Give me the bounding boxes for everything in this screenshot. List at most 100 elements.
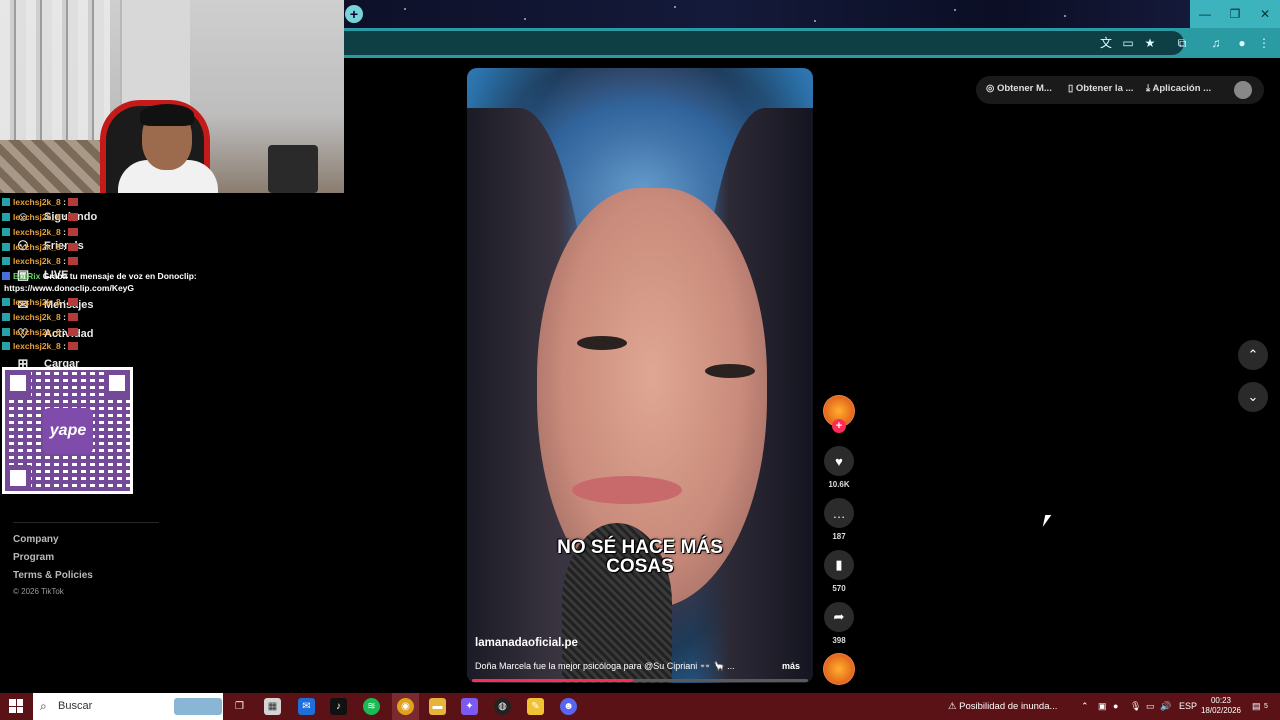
tray-record-icon[interactable]: ● <box>1113 693 1118 720</box>
chat-message: lexchsj2k_8 : <box>2 227 78 237</box>
badge-icon <box>2 228 10 236</box>
copyright: © 2026 TikTok <box>13 587 64 596</box>
comment-icon[interactable]: … <box>824 498 854 528</box>
get-app-button[interactable]: ▯ Obtener la ... <box>1068 83 1133 94</box>
comment-action[interactable]: … 187 <box>824 498 854 541</box>
bookmark-star-icon[interactable]: ★ <box>1140 33 1160 53</box>
chat-message: lexchsj2k_8 : <box>2 312 78 322</box>
file-explorer-icon[interactable]: ▬ <box>429 698 446 715</box>
badge-icon <box>2 198 10 206</box>
badge-icon <box>2 328 10 336</box>
chat-message: lexchsj2k_8 : <box>2 256 78 266</box>
media-control-icon[interactable]: ♫ <box>1206 33 1226 53</box>
badge-icon <box>2 257 10 265</box>
chat-message: lexchsj2k_8 : <box>2 297 78 307</box>
more-button[interactable]: más <box>782 661 800 671</box>
search-icon: ⌕ <box>40 699 47 713</box>
emote-icon <box>67 228 78 236</box>
sidebar-divider <box>13 522 159 523</box>
share-action[interactable]: ➦ 398 <box>824 602 854 645</box>
extensions-icon[interactable]: ⧉ <box>1172 33 1192 53</box>
like-count: 10.6K <box>828 480 850 489</box>
emote-icon <box>67 257 78 265</box>
sound-disc-icon[interactable] <box>823 653 855 685</box>
new-tab-button[interactable]: + <box>345 5 363 23</box>
tiktok-icon[interactable]: ♪ <box>330 698 347 715</box>
tray-app-icon[interactable]: ▣ <box>1098 693 1107 720</box>
tray-overflow-icon[interactable]: ⌃ <box>1081 693 1089 720</box>
bookmark-icon[interactable]: ▮ <box>824 550 854 580</box>
save-action[interactable]: ▮ 570 <box>824 550 854 593</box>
footer-link-terms[interactable]: Terms & Policies <box>13 570 93 581</box>
weather-alert[interactable]: ⚠ Posibilidad de inunda... <box>948 693 1057 720</box>
notification-count: 5 <box>1264 703 1268 710</box>
comment-count: 187 <box>832 532 846 541</box>
window-close-button[interactable]: ✕ <box>1250 0 1280 28</box>
chat-message: lexchsj2k_8 : <box>2 327 78 337</box>
user-avatar[interactable] <box>1234 81 1252 99</box>
notes-icon[interactable]: ✎ <box>527 698 544 715</box>
emote-icon <box>67 213 78 221</box>
badge-icon <box>2 243 10 251</box>
window-restore-button[interactable]: ❐ <box>1220 0 1250 28</box>
start-button[interactable] <box>9 699 23 713</box>
share-count: 398 <box>832 636 846 645</box>
notifications-icon[interactable]: ▤ <box>1252 693 1261 720</box>
chat-message: lexchsj2k_8 : <box>2 341 78 351</box>
follow-plus-icon[interactable]: + <box>832 419 846 433</box>
translate-icon[interactable]: 文 <box>1096 33 1116 53</box>
profile-icon[interactable]: ● <box>1232 33 1252 53</box>
yape-qr-code: yape <box>2 367 133 494</box>
footer-link-program[interactable]: Program <box>13 552 54 563</box>
microphone-icon[interactable]: 🎙 <box>1130 693 1141 720</box>
language-indicator[interactable]: ESP <box>1179 693 1197 720</box>
task-view-icon[interactable]: ❐ <box>231 698 248 715</box>
heart-icon[interactable]: ♥ <box>824 446 854 476</box>
app-download-button[interactable]: ⤓ Aplicación ... <box>1146 83 1211 94</box>
browser-menu-icon[interactable]: ⋮ <box>1254 33 1274 53</box>
badge-icon <box>2 298 10 306</box>
get-coins-button[interactable]: ◎ Obtener M... <box>986 83 1052 94</box>
search-highlight-icon[interactable] <box>174 698 222 715</box>
video-progress-bar[interactable] <box>472 679 808 682</box>
video-progress-fill <box>472 679 634 682</box>
chevron-up-icon[interactable]: ⌃ <box>1238 340 1268 370</box>
emote-icon <box>67 298 78 306</box>
share-icon[interactable]: ➦ <box>824 602 854 632</box>
chat-message: lexchsj2k_8 : <box>2 197 78 207</box>
emote-icon <box>67 342 78 350</box>
windows-taskbar: Buscar ⌕ ❐ ▦ ✉ ♪ ≋ ◉ ▬ ✦ ◍ ✎ ☻ ⚠ Posibil… <box>0 693 1280 720</box>
chevron-down-icon[interactable]: ⌄ <box>1238 382 1268 412</box>
video-caption: NO SÉ HACE MÁS COSAS <box>557 537 723 577</box>
badge-icon <box>2 342 10 350</box>
emote-icon <box>67 328 78 336</box>
like-action[interactable]: ♥ 10.6K <box>824 446 854 489</box>
emote-icon <box>67 313 78 321</box>
emote-icon <box>67 243 78 251</box>
outlook-icon[interactable]: ✉ <box>298 698 315 715</box>
video-player[interactable]: NO SÉ HACE MÁS COSAS lamanadaoficial.pe … <box>467 68 813 683</box>
network-icon[interactable]: ▭ <box>1146 693 1155 720</box>
save-count: 570 <box>832 584 846 593</box>
window-minimize-button[interactable]: — <box>1190 0 1220 28</box>
obs-icon[interactable]: ◍ <box>494 698 511 715</box>
browser-tabstrip <box>344 0 1280 28</box>
url-field[interactable] <box>344 31 1184 55</box>
mouse-cursor-icon <box>1042 515 1052 527</box>
store-icon[interactable]: ▦ <box>264 698 281 715</box>
cast-icon[interactable]: ▭ <box>1118 33 1138 53</box>
footer-link-company[interactable]: Company <box>13 534 59 545</box>
emote-icon <box>67 198 78 206</box>
copilot-icon[interactable]: ✦ <box>461 698 478 715</box>
address-bar: 文 ▭ ★ ⧉ ♫ ● ⋮ <box>344 28 1280 58</box>
discord-icon[interactable]: ☻ <box>560 698 577 715</box>
volume-icon[interactable]: 🔊 <box>1160 693 1171 720</box>
chrome-icon[interactable]: ◉ <box>397 698 414 715</box>
badge-icon <box>2 313 10 321</box>
spotify-icon[interactable]: ≋ <box>363 698 380 715</box>
chat-bot-link[interactable]: https://www.donoclip.com/KeyG <box>4 283 134 293</box>
chat-message: lexchsj2k_8 : <box>2 242 78 252</box>
header-actions: ◎ Obtener M... ▯ Obtener la ... ⤓ Aplica… <box>976 76 1264 104</box>
taskbar-clock[interactable]: 00:23 18/02/2026 <box>1198 696 1244 716</box>
video-author[interactable]: lamanadaoficial.pe <box>475 637 578 649</box>
